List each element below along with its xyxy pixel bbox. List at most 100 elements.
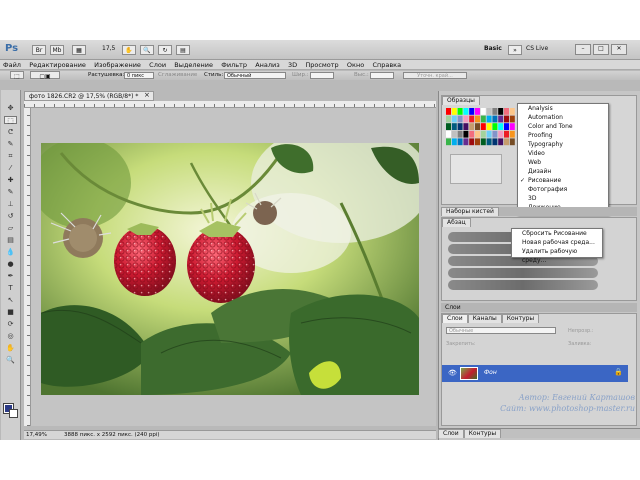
channels-tab[interactable]: Каналы — [467, 314, 502, 323]
swatch-cell[interactable] — [486, 108, 492, 115]
background-color-swatch[interactable] — [9, 409, 18, 418]
swatch-cell[interactable] — [498, 138, 504, 146]
swatch-cell[interactable] — [446, 138, 451, 146]
swatch-cell[interactable] — [504, 138, 509, 146]
workspace-menu-item[interactable]: Web — [518, 158, 608, 167]
swatch-cell[interactable] — [457, 108, 463, 115]
swatch-cell[interactable] — [509, 108, 515, 115]
swatch-cell[interactable] — [457, 138, 463, 146]
dodge-tool-icon[interactable]: ● — [4, 260, 17, 268]
swatch-cell[interactable] — [469, 123, 475, 130]
swatch-cell[interactable] — [504, 130, 509, 138]
extras-button[interactable]: ▦ — [72, 45, 86, 55]
swatch-cell[interactable] — [463, 123, 469, 130]
swatch-cell[interactable] — [486, 130, 492, 138]
3d-orbit-tool-icon[interactable]: ◎ — [4, 332, 17, 340]
swatches-tab[interactable]: Образцы — [442, 96, 480, 105]
layer-row-background[interactable]: 👁 Фон 🔒 — [442, 365, 628, 382]
zoom-tool-icon[interactable]: 🔍 — [4, 356, 17, 364]
eye-icon[interactable]: 👁 — [448, 369, 457, 377]
brush-stroke[interactable] — [448, 268, 598, 278]
selection-mode-icons[interactable]: ▢▣ — [30, 71, 60, 80]
menu-3d[interactable]: 3D — [285, 60, 300, 70]
swatch-cell[interactable] — [451, 130, 457, 138]
swatches-grid[interactable] — [446, 108, 516, 148]
swatch-cell[interactable] — [492, 108, 498, 115]
menu-select[interactable]: Выделение — [171, 60, 216, 70]
menu-analysis[interactable]: Анализ — [252, 60, 283, 70]
swatch-cell[interactable] — [480, 108, 486, 115]
swatch-cell[interactable] — [446, 115, 451, 123]
swatch-cell[interactable] — [504, 108, 509, 115]
menu-file[interactable]: Файл — [0, 60, 24, 70]
zoom-level[interactable]: 17,5 — [102, 45, 122, 52]
minimize-button[interactable]: – — [575, 44, 591, 55]
path-select-tool-icon[interactable]: ↖ — [4, 296, 17, 304]
zoom-tool-button[interactable]: 🔍 — [140, 45, 154, 55]
menu-filter[interactable]: Фильтр — [218, 60, 250, 70]
workspace-menu-item[interactable]: Analysis — [518, 104, 608, 113]
lasso-tool-icon[interactable]: ᕦ — [4, 128, 17, 136]
layer-name[interactable]: Фон — [484, 369, 497, 376]
swatch-cell[interactable] — [475, 123, 480, 130]
workspace-menu-item[interactable]: Proofing — [518, 131, 608, 140]
swatch-cell[interactable] — [451, 108, 457, 115]
swatch-cell[interactable] — [509, 123, 515, 130]
swatch-cell[interactable] — [469, 138, 475, 146]
workspace-menu-item[interactable]: Video — [518, 149, 608, 158]
swatch-cell[interactable] — [475, 138, 480, 146]
arrange-docs-button[interactable]: ▤ — [176, 45, 190, 55]
type-tool-icon[interactable]: T — [4, 284, 17, 292]
paths-bottom-tab[interactable]: Контуры — [463, 429, 502, 438]
clone-stamp-tool-icon[interactable]: ⊥ — [4, 200, 17, 208]
swatch-cell[interactable] — [451, 123, 457, 130]
brush-presets-tab[interactable]: Наборы кистей — [441, 207, 499, 216]
document-tab[interactable]: фото 1826.CR2 @ 17,5% (RGB/8*) * — [24, 91, 154, 101]
swatch-cell[interactable] — [457, 115, 463, 123]
swatch-cell[interactable] — [446, 108, 451, 115]
minibridge-button[interactable]: Mb — [50, 45, 64, 55]
menu-layers[interactable]: Слои — [146, 60, 169, 70]
swatch-cell[interactable] — [498, 115, 504, 123]
paragraph-tab[interactable]: Абзац — [442, 218, 471, 227]
hand-tool-button[interactable]: ✋ — [122, 45, 136, 55]
swatch-cell[interactable] — [480, 123, 486, 130]
swatch-cell[interactable] — [475, 115, 480, 123]
workspace-menu-icon[interactable]: » — [508, 45, 522, 55]
swatch-cell[interactable] — [498, 108, 504, 115]
swatch-cell[interactable] — [480, 130, 486, 138]
swatch-cell[interactable] — [451, 115, 457, 123]
width-input[interactable] — [310, 72, 334, 79]
cs-live-button[interactable]: CS Live — [526, 45, 548, 52]
workspace-menu-item[interactable]: ✓ Рисование — [518, 176, 608, 185]
new-workspace-item[interactable]: Новая рабочая среда... — [512, 238, 602, 247]
menu-edit[interactable]: Редактирование — [26, 60, 89, 70]
delete-workspace-item[interactable]: Удалить рабочую среду... — [512, 247, 602, 264]
swatch-cell[interactable] — [509, 130, 515, 138]
swatch-cell[interactable] — [469, 130, 475, 138]
brush-tool-icon[interactable]: ✎ — [4, 188, 17, 196]
swatch-cell[interactable] — [480, 115, 486, 123]
blend-mode-select[interactable]: Обычные — [446, 327, 556, 334]
status-zoom-level[interactable]: 17,49% — [26, 432, 47, 438]
workspace-menu-item[interactable]: Typography — [518, 140, 608, 149]
swatch-cell[interactable] — [463, 138, 469, 146]
document-close-icon[interactable]: × — [144, 91, 150, 99]
quick-select-tool-icon[interactable]: ✎ — [4, 140, 17, 148]
swatch-cell[interactable] — [446, 123, 451, 130]
layers-bottom-tab[interactable]: Слои — [438, 429, 464, 438]
swatch-cell[interactable] — [469, 115, 475, 123]
history-brush-tool-icon[interactable]: ↺ — [4, 212, 17, 220]
crop-tool-icon[interactable]: ⌗ — [4, 152, 17, 160]
workspace-menu-item[interactable]: Automation — [518, 113, 608, 122]
raspberry-photo[interactable] — [41, 143, 419, 395]
reset-workspace-item[interactable]: Сбросить Рисование — [512, 229, 602, 238]
swatch-cell[interactable] — [492, 115, 498, 123]
bridge-button[interactable]: Br — [32, 45, 46, 55]
swatch-cell[interactable] — [451, 138, 457, 146]
style-select[interactable]: Обычный — [224, 72, 286, 79]
blur-tool-icon[interactable]: 💧 — [4, 248, 17, 256]
healing-tool-icon[interactable]: ✚ — [4, 176, 17, 184]
swatch-cell[interactable] — [446, 130, 451, 138]
workspace-menu-item[interactable]: Дизайн — [518, 167, 608, 176]
